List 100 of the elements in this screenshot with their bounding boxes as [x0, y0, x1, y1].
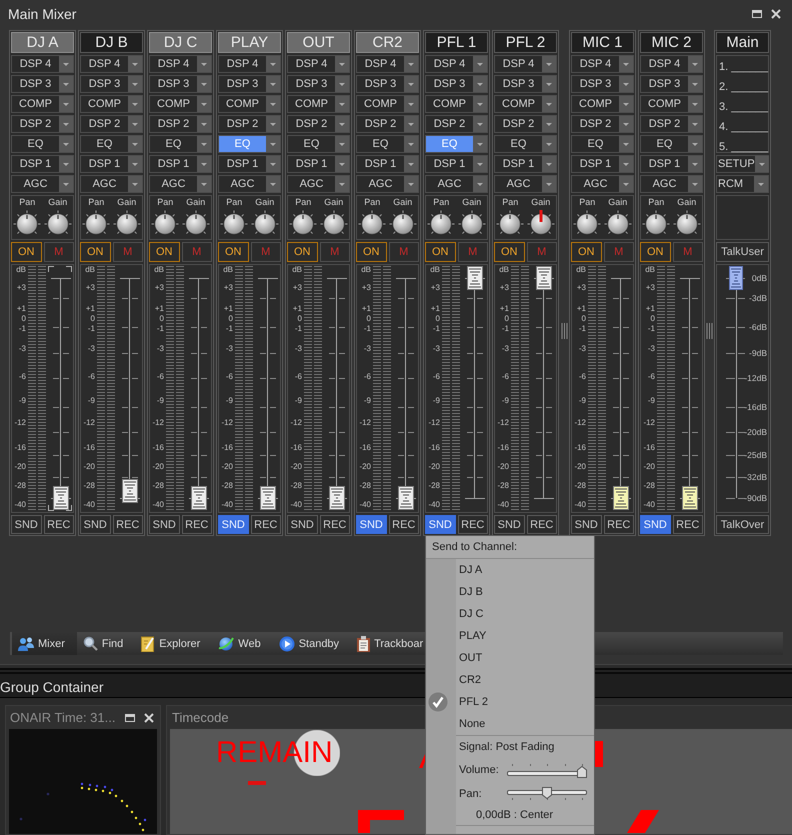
- on-button[interactable]: ON: [356, 242, 386, 262]
- record-button[interactable]: REC: [672, 515, 703, 534]
- dsp-dropdown[interactable]: DSP 1: [356, 155, 419, 173]
- dsp-dropdown[interactable]: EQ: [149, 135, 212, 153]
- slider-thumb[interactable]: [542, 787, 552, 799]
- grip-handle-icon[interactable]: [560, 323, 568, 339]
- dsp-dropdown[interactable]: COMP: [494, 95, 557, 113]
- send-button[interactable]: SND: [80, 515, 110, 534]
- tab[interactable]: Trackboar: [351, 632, 426, 655]
- dsp-dropdown[interactable]: DSP 3: [149, 75, 212, 93]
- dsp-dropdown[interactable]: DSP 3: [640, 75, 703, 93]
- on-button[interactable]: ON: [11, 242, 42, 262]
- dsp-dropdown[interactable]: AGC: [218, 175, 281, 193]
- dsp-dropdown[interactable]: AGC: [571, 175, 634, 193]
- dsp-dropdown[interactable]: DSP 2: [287, 115, 350, 133]
- dsp-dropdown[interactable]: AGC: [80, 175, 143, 193]
- dsp-dropdown[interactable]: DSP 1: [218, 155, 281, 173]
- dsp-dropdown[interactable]: AGC: [494, 175, 557, 193]
- dsp-dropdown[interactable]: COMP: [218, 95, 281, 113]
- record-button[interactable]: REC: [604, 515, 634, 534]
- dsp-dropdown[interactable]: DSP 1: [149, 155, 212, 173]
- dsp-dropdown[interactable]: AGC: [287, 175, 350, 193]
- send-button[interactable]: SND: [11, 515, 42, 534]
- send-button[interactable]: SND: [149, 515, 180, 534]
- dsp-dropdown[interactable]: DSP 4: [571, 55, 634, 73]
- select-dropdown[interactable]: RCM: [716, 175, 769, 193]
- dsp-dropdown[interactable]: DSP 3: [80, 75, 143, 93]
- slider-thumb[interactable]: [577, 766, 587, 778]
- on-button[interactable]: ON: [640, 242, 670, 262]
- dsp-dropdown[interactable]: DSP 3: [287, 75, 350, 93]
- dsp-dropdown[interactable]: DSP 4: [494, 55, 557, 73]
- dsp-dropdown[interactable]: EQ: [287, 135, 350, 153]
- channel-name-button[interactable]: DJ C: [149, 32, 212, 53]
- select-dropdown[interactable]: SETUP: [716, 155, 769, 173]
- dsp-dropdown[interactable]: EQ: [356, 135, 419, 153]
- dsp-dropdown[interactable]: AGC: [425, 175, 488, 193]
- dsp-dropdown[interactable]: COMP: [11, 95, 74, 113]
- dsp-dropdown[interactable]: COMP: [425, 95, 488, 113]
- dsp-dropdown[interactable]: AGC: [11, 175, 74, 193]
- on-button[interactable]: ON: [571, 242, 602, 262]
- channel-name-button[interactable]: CR2: [356, 32, 419, 53]
- preset-line[interactable]: 2. ______: [717, 77, 768, 97]
- record-button[interactable]: REC: [112, 515, 143, 534]
- close-icon[interactable]: [144, 712, 154, 722]
- dsp-dropdown[interactable]: COMP: [356, 95, 419, 113]
- dsp-dropdown[interactable]: DSP 2: [149, 115, 212, 133]
- dsp-dropdown[interactable]: DSP 3: [218, 75, 281, 93]
- master-name-button[interactable]: Main: [716, 32, 769, 53]
- slider-track[interactable]: [507, 787, 587, 801]
- preset-line[interactable]: 1. ______: [717, 57, 768, 77]
- dsp-dropdown[interactable]: DSP 4: [425, 55, 488, 73]
- talk-over-button[interactable]: TalkOver: [716, 515, 769, 534]
- menu-item[interactable]: DJ A: [426, 559, 594, 581]
- dsp-dropdown[interactable]: EQ: [11, 135, 74, 153]
- fader-thumb[interactable]: [329, 486, 345, 510]
- dsp-dropdown[interactable]: DSP 2: [356, 115, 419, 133]
- send-button[interactable]: SND: [356, 515, 386, 534]
- channel-name-button[interactable]: PFL 2: [494, 32, 557, 53]
- dsp-dropdown[interactable]: DSP 2: [425, 115, 488, 133]
- dsp-dropdown[interactable]: DSP 4: [11, 55, 74, 73]
- menu-item[interactable]: PLAY: [426, 625, 594, 647]
- tab[interactable]: Mixer: [10, 632, 77, 655]
- on-button[interactable]: ON: [80, 242, 110, 262]
- channel-name-button[interactable]: MIC 1: [571, 32, 634, 53]
- fader-thumb[interactable]: [613, 486, 629, 510]
- dsp-dropdown[interactable]: DSP 3: [11, 75, 74, 93]
- dsp-dropdown[interactable]: DSP 1: [571, 155, 634, 173]
- dsp-dropdown[interactable]: DSP 1: [494, 155, 557, 173]
- fader-thumb[interactable]: [536, 266, 552, 290]
- minimize-icon[interactable]: [752, 10, 762, 18]
- record-button[interactable]: REC: [388, 515, 419, 534]
- preset-line[interactable]: 3. ______: [717, 97, 768, 117]
- menu-item[interactable]: None: [426, 713, 594, 735]
- dsp-dropdown[interactable]: DSP 1: [640, 155, 703, 173]
- dsp-dropdown[interactable]: DSP 4: [287, 55, 350, 73]
- on-button[interactable]: ON: [494, 242, 524, 262]
- send-button[interactable]: SND: [425, 515, 456, 534]
- dsp-dropdown[interactable]: EQ: [80, 135, 143, 153]
- send-button[interactable]: SND: [571, 515, 602, 534]
- close-icon[interactable]: [771, 9, 781, 19]
- dsp-dropdown[interactable]: COMP: [571, 95, 634, 113]
- dsp-dropdown[interactable]: COMP: [287, 95, 350, 113]
- tab[interactable]: Standby: [272, 632, 352, 655]
- dsp-dropdown[interactable]: DSP 4: [640, 55, 703, 73]
- record-button[interactable]: REC: [182, 515, 212, 534]
- dsp-dropdown[interactable]: DSP 1: [80, 155, 143, 173]
- dsp-dropdown[interactable]: DSP 2: [640, 115, 703, 133]
- dsp-dropdown[interactable]: DSP 4: [80, 55, 143, 73]
- dsp-dropdown[interactable]: AGC: [640, 175, 703, 193]
- menu-item[interactable]: OUT: [426, 647, 594, 669]
- grip-handle-icon[interactable]: [706, 323, 713, 339]
- dsp-dropdown[interactable]: DSP 1: [11, 155, 74, 173]
- on-button[interactable]: ON: [287, 242, 318, 262]
- fader-thumb[interactable]: [53, 486, 69, 510]
- fader-thumb[interactable]: [260, 486, 276, 510]
- dsp-dropdown[interactable]: AGC: [356, 175, 419, 193]
- on-button[interactable]: ON: [218, 242, 248, 262]
- channel-name-button[interactable]: DJ B: [80, 32, 143, 53]
- on-button[interactable]: ON: [425, 242, 456, 262]
- dsp-dropdown[interactable]: DSP 2: [571, 115, 634, 133]
